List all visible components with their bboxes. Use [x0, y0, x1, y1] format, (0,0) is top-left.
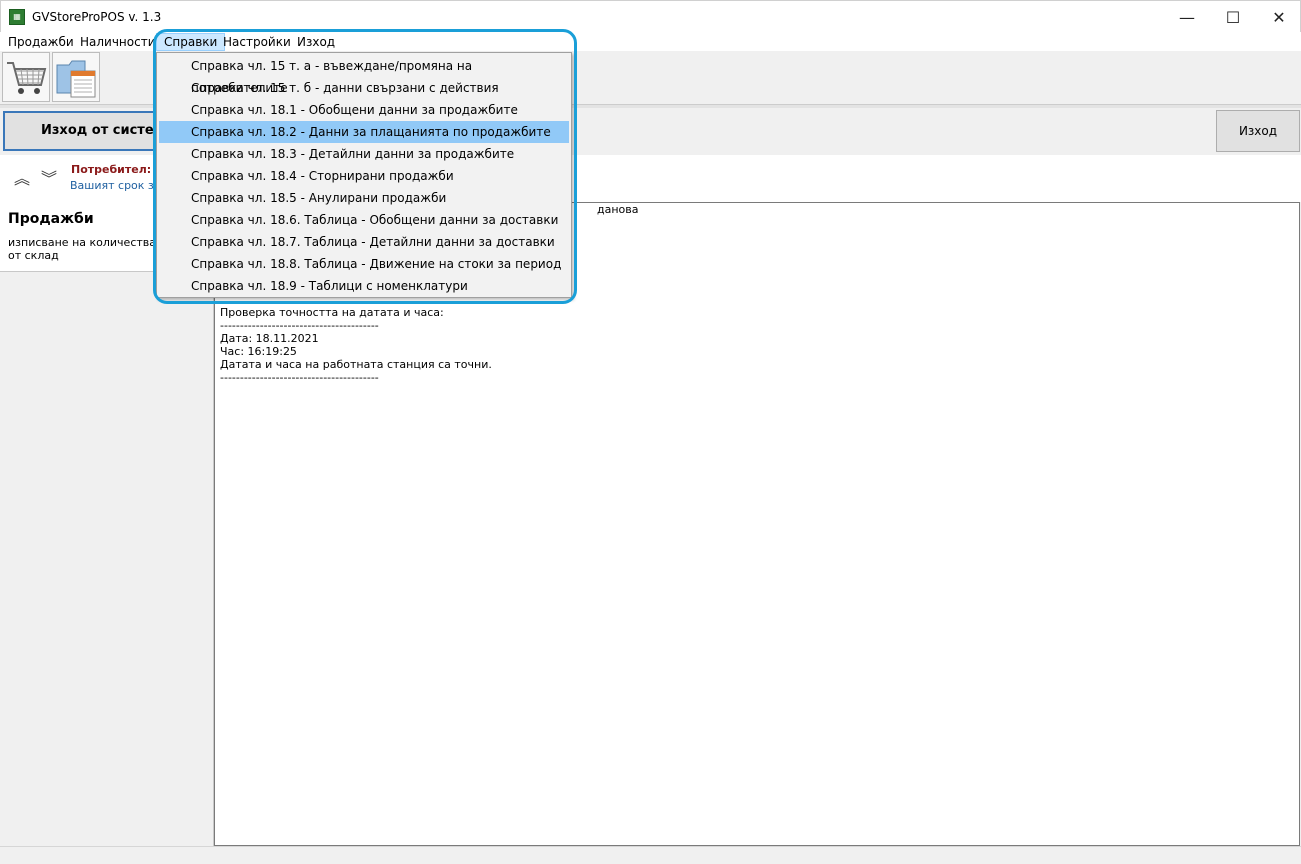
documents-button[interactable]	[52, 52, 100, 102]
expand-down-icon[interactable]: ︾	[41, 165, 57, 189]
maximize-button[interactable]: ☐	[1210, 1, 1256, 33]
folder-documents-icon	[56, 60, 96, 98]
log-line: Дата: 18.11.2021	[220, 332, 319, 345]
menu-sales[interactable]: Продажби	[1, 33, 81, 51]
sales-card-description: изписване на количества от склад	[8, 236, 156, 262]
menu-item-report-18-1[interactable]: Справка чл. 18.1 - Обобщени данни за про…	[159, 99, 569, 121]
menu-item-report-15a[interactable]: Справка чл. 15 т. а - въвеждане/промяна …	[159, 55, 569, 95]
menu-item-report-15b[interactable]: Справка чл. 15 т. б - данни свързани с д…	[159, 77, 569, 99]
menu-item-report-18-2[interactable]: Справка чл. 18.2 - Данни за плащанията п…	[159, 121, 569, 143]
reports-dropdown-menu: Справка чл. 15 т. а - въвеждане/промяна …	[156, 52, 572, 298]
collapse-up-icon[interactable]: ︽	[14, 165, 30, 189]
menu-item-report-18-8[interactable]: Справка чл. 18.8. Таблица - Движение на …	[159, 253, 569, 275]
exit-button[interactable]: Изход	[1216, 110, 1300, 152]
menu-exit[interactable]: Изход	[290, 33, 342, 51]
menu-stock[interactable]: Наличности	[73, 33, 163, 51]
log-line: Датата и часа на работната станция са то…	[220, 358, 492, 371]
shopping-cart-icon	[7, 62, 47, 94]
minimize-button[interactable]: —	[1164, 1, 1210, 33]
log-line: ----------------------------------------	[220, 371, 379, 384]
app-icon: ▦	[9, 9, 25, 25]
title-bar: ▦ GVStoreProPOS v. 1.3 — ☐ ✕	[0, 0, 1301, 32]
menu-item-report-18-4[interactable]: Справка чл. 18.4 - Сторнирани продажби	[159, 165, 569, 187]
menu-item-report-18-9[interactable]: Справка чл. 18.9 - Таблици с номенклатур…	[159, 275, 569, 297]
left-panel: Продажби изписване на количества от скла…	[0, 202, 214, 846]
sales-card-title: Продажби	[8, 211, 94, 227]
menu-bar: Продажби Наличности Справки Настройки Из…	[0, 32, 1301, 51]
menu-item-report-18-6[interactable]: Справка чл. 18.6. Таблица - Обобщени дан…	[159, 209, 569, 231]
menu-item-report-18-5[interactable]: Справка чл. 18.5 - Анулирани продажби	[159, 187, 569, 209]
user-label: Потребител: М	[71, 163, 166, 176]
close-button[interactable]: ✕	[1256, 1, 1301, 33]
log-line: Час: 16:19:25	[220, 345, 297, 358]
log-text-area[interactable]: данова Проверка точността на датата и ча…	[214, 202, 1300, 846]
log-fragment: данова	[597, 203, 639, 216]
window-title: GVStoreProPOS v. 1.3	[32, 10, 162, 24]
log-line: Проверка точността на датата и часа:	[220, 306, 444, 319]
menu-item-report-18-7[interactable]: Справка чл. 18.7. Таблица - Детайлни дан…	[159, 231, 569, 253]
menu-item-report-18-3[interactable]: Справка чл. 18.3 - Детайлни данни за про…	[159, 143, 569, 165]
status-bar	[0, 846, 1301, 864]
shopping-cart-button[interactable]	[2, 52, 50, 102]
subscription-link[interactable]: Вашият срок за	[70, 179, 161, 192]
menu-reports[interactable]: Справки	[156, 33, 226, 51]
menu-settings[interactable]: Настройки	[216, 33, 298, 51]
log-line: ----------------------------------------	[220, 319, 379, 332]
